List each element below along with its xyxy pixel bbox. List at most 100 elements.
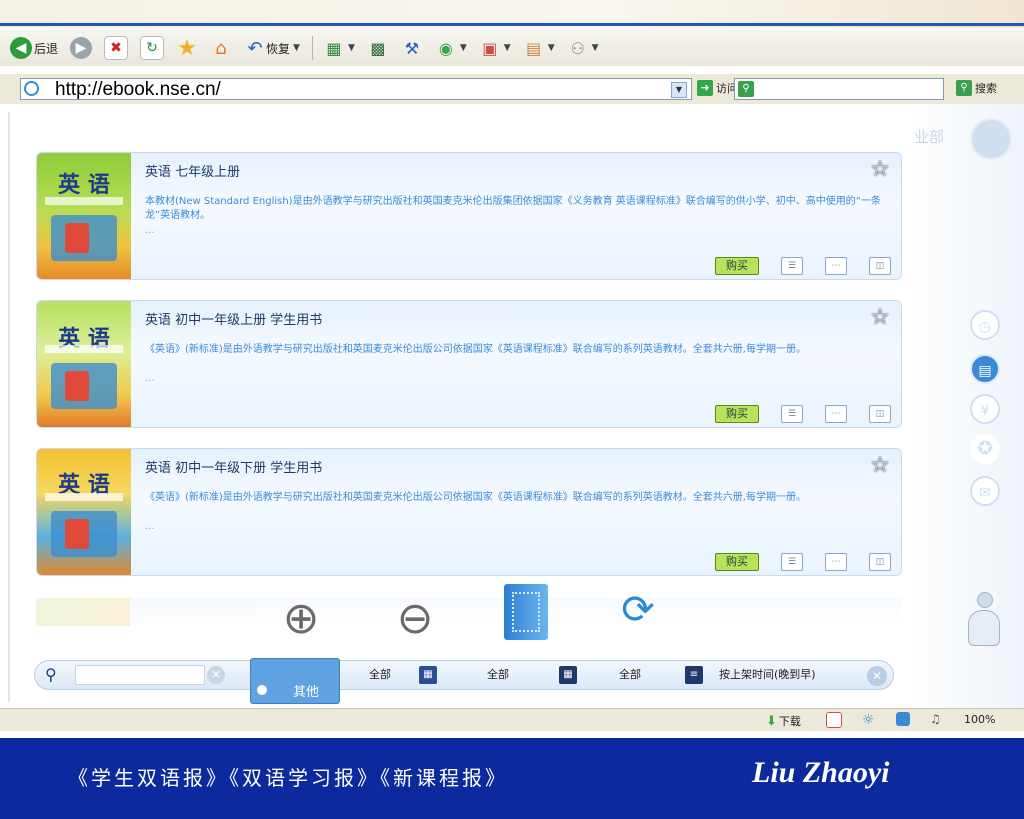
book-title[interactable]: 英语 初中一年级上册 学生用书 xyxy=(145,309,322,328)
screenshot-button[interactable]: ▣ ▼ xyxy=(479,37,511,59)
book-cover[interactable]: 英 语 xyxy=(37,301,131,427)
media-button[interactable]: ▩ xyxy=(367,37,389,59)
slide-header-rule xyxy=(0,23,1024,26)
open-book-icon[interactable] xyxy=(504,584,548,640)
security-icon[interactable] xyxy=(826,712,842,728)
book-cover-title: 英 语 xyxy=(58,173,110,198)
forward-button[interactable]: ▶ xyxy=(70,37,93,59)
read-book-icon[interactable]: ☰ xyxy=(781,257,803,275)
bookshelf-icon[interactable]: ▤ xyxy=(970,354,1000,384)
book-more[interactable]: ... xyxy=(145,373,155,384)
clear-filters-icon[interactable]: ✕ xyxy=(867,666,887,686)
comment-icon[interactable]: ⋯ xyxy=(825,553,847,571)
forward-arrow-icon: ▶ xyxy=(70,37,93,59)
comment-icon[interactable]: ⋯ xyxy=(825,257,847,275)
address-url[interactable]: http://ebook.nse.cn/ xyxy=(55,79,221,101)
read-book-icon[interactable]: ☰ xyxy=(781,553,803,571)
refresh-button[interactable]: ↻ xyxy=(140,36,165,60)
game-button[interactable]: ⚇ ▼ xyxy=(567,37,599,59)
book-cover[interactable]: 英 语 xyxy=(37,153,131,279)
reload-icon[interactable]: ⟳ xyxy=(616,588,660,632)
page-globe-icon xyxy=(24,81,39,96)
book-cover[interactable]: 英 语 xyxy=(37,449,131,575)
address-dropdown-icon[interactable]: ▼ xyxy=(671,82,687,98)
favorite-star-icon[interactable]: ✪ xyxy=(970,434,1000,464)
book-more[interactable]: ... xyxy=(145,521,155,532)
add-shelf-icon[interactable]: ◫ xyxy=(869,405,891,423)
add-shelf-icon[interactable]: ◫ xyxy=(869,257,891,275)
undo-icon: ↶ xyxy=(247,37,263,59)
book-title[interactable]: 英语 七年级上册 xyxy=(145,161,240,180)
add-shelf-icon[interactable]: ◫ xyxy=(869,553,891,571)
user-account-icon[interactable] xyxy=(966,592,1002,648)
cover-figure xyxy=(65,519,89,549)
clear-search-icon[interactable]: ✕ xyxy=(207,666,225,684)
window-button[interactable]: ▤ ▼ xyxy=(523,37,555,59)
download-button[interactable]: ⬇ 下载 xyxy=(766,713,801,729)
book-title[interactable]: 英语 初中一年级下册 学生用书 xyxy=(145,457,322,476)
stop-button[interactable]: ✖ xyxy=(104,36,129,60)
monitor-icon[interactable] xyxy=(896,712,910,726)
book-more[interactable]: ... xyxy=(145,225,155,236)
yen-icon[interactable]: ¥ xyxy=(970,394,1000,424)
zoom-level[interactable]: 100% xyxy=(964,713,995,726)
book-card[interactable]: 英 语 英语 初中一年级上册 学生用书 《英语》(新标准)是由外语教学与研究出版… xyxy=(36,300,902,428)
game-dropdown-icon[interactable]: ▼ xyxy=(592,43,599,53)
mail-icon[interactable]: ✉ xyxy=(970,476,1000,506)
buy-button[interactable]: 购买 xyxy=(715,405,759,423)
slide-footer: 《学生双语报》《双语学习报》《新课程报》 Liu Zhaoyi xyxy=(0,738,1024,819)
book-search-input[interactable] xyxy=(75,665,205,685)
search-engine-icon[interactable]: ⚲ xyxy=(738,81,754,97)
restore-label: 恢复 xyxy=(266,41,291,56)
comment-icon[interactable]: ⋯ xyxy=(825,405,847,423)
brand-logo xyxy=(970,118,1012,160)
add-favorite-star-icon[interactable]: ☆ xyxy=(867,453,893,479)
speaker-icon[interactable]: ♫ xyxy=(930,712,944,726)
address-bar[interactable]: http://ebook.nse.cn/ ▼ xyxy=(20,78,692,100)
plugin-button[interactable]: ◉ ▼ xyxy=(435,37,467,59)
sort-icon: ≡ xyxy=(685,666,703,684)
filter-date-value[interactable]: 全部 xyxy=(619,666,641,682)
plugin-dropdown-icon[interactable]: ▼ xyxy=(460,43,467,53)
filter-price-value[interactable]: 全部 xyxy=(487,666,509,682)
search-button[interactable]: ⚲ 搜索 xyxy=(956,80,997,96)
plugin-icon: ◉ xyxy=(438,38,453,58)
screenshot-dropdown-icon[interactable]: ▼ xyxy=(504,43,511,53)
restore-button[interactable]: ↶ 恢复 ▼ xyxy=(244,37,300,59)
apps-button[interactable]: ▦ ▼ xyxy=(323,37,355,59)
home-button[interactable]: ⌂ xyxy=(210,37,232,59)
faded-cover xyxy=(36,598,130,626)
sort-order-value[interactable]: 按上架时间(晚到早) xyxy=(719,666,816,682)
search-input[interactable]: ⚲ xyxy=(734,78,944,100)
camera-icon: ▣ xyxy=(482,38,498,58)
dropdown-option-other[interactable]: 其他 xyxy=(293,681,319,700)
option-radio[interactable] xyxy=(257,685,267,695)
read-book-icon[interactable]: ☰ xyxy=(781,405,803,423)
restore-dropdown-icon[interactable]: ▼ xyxy=(293,43,300,53)
user-head xyxy=(977,592,993,608)
tools-button[interactable]: ⚒ xyxy=(401,37,423,59)
calendar-icon: ▦ xyxy=(559,666,577,684)
book-card[interactable]: 英 语 英语 初中一年级下册 学生用书 《英语》(新标准)是由外语教学与研究出版… xyxy=(36,448,902,576)
add-favorite-star-icon[interactable]: ☆ xyxy=(867,305,893,331)
category-dropdown[interactable]: 其他 xyxy=(250,658,340,704)
back-button[interactable]: ◀ 后退 xyxy=(10,37,58,59)
zoom-out-icon[interactable]: ⊖ xyxy=(388,592,442,646)
buy-button[interactable]: 购买 xyxy=(715,553,759,571)
cover-band xyxy=(45,197,123,205)
apps-dropdown-icon[interactable]: ▼ xyxy=(348,43,355,53)
book-card[interactable]: 英 语 英语 七年级上册 本教材(New Standard English)是由… xyxy=(36,152,902,280)
buy-button[interactable]: 购买 xyxy=(715,257,759,275)
status-bar: ⬇ 下载 ☼ ♫ 100% xyxy=(0,708,1024,731)
download-arrow-icon: ⬇ xyxy=(766,713,777,729)
search-icon[interactable]: ⚲ xyxy=(45,665,57,684)
filter-category-value[interactable]: 全部 xyxy=(369,666,391,682)
window-dropdown-icon[interactable]: ▼ xyxy=(548,43,555,53)
go-button[interactable]: ➜ 访问 xyxy=(697,80,738,96)
zoom-in-icon[interactable]: ⊕ xyxy=(274,592,328,646)
favorites-button[interactable]: ★ xyxy=(176,36,198,61)
ie-icon[interactable]: ☼ xyxy=(862,712,876,728)
add-favorite-star-icon[interactable]: ☆ xyxy=(867,157,893,183)
history-clock-icon[interactable]: ◷ xyxy=(970,310,1000,340)
cover-band xyxy=(45,493,123,501)
